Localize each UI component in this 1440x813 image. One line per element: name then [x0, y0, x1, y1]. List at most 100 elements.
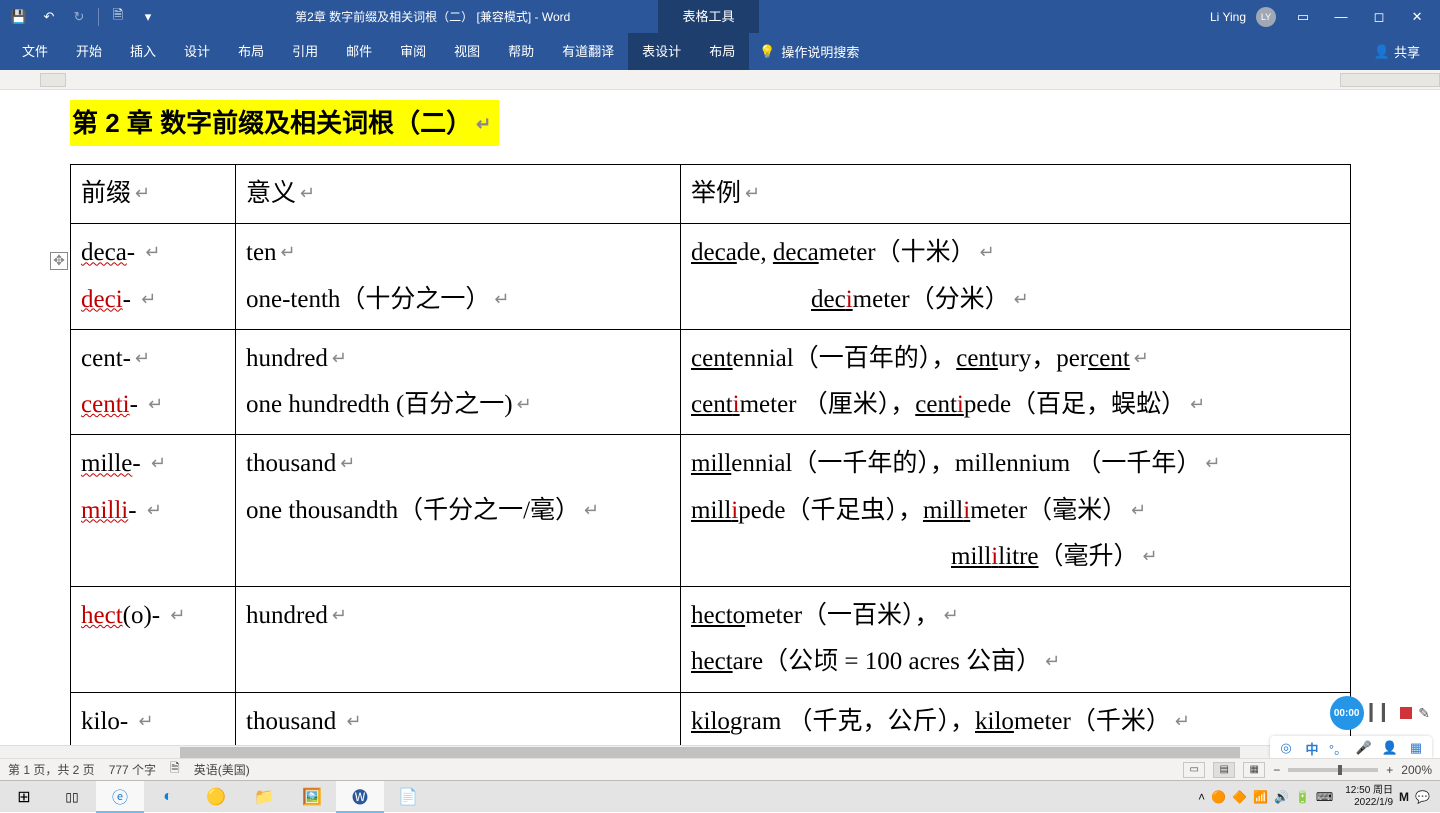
meaning-cell[interactable]: thousand: [236, 692, 681, 751]
example-cell[interactable]: centennial（一百年的），century，percentcentimet…: [681, 329, 1351, 435]
text-line[interactable]: mille-: [81, 450, 166, 477]
close-button[interactable]: ✕: [1400, 0, 1434, 33]
example-cell[interactable]: decade, decameter（十米）decimeter（分米）: [681, 224, 1351, 330]
user-name[interactable]: Li Ying: [1210, 10, 1246, 24]
zoom-out-button[interactable]: −: [1273, 763, 1280, 777]
web-layout-button[interactable]: ▦: [1243, 762, 1265, 778]
prefix-cell[interactable]: kilo-: [71, 692, 236, 751]
example-cell[interactable]: kilogram （千克，公斤），kilometer（千米）: [681, 692, 1351, 751]
tell-me[interactable]: 💡 操作说明搜索: [759, 42, 859, 61]
page-indicator[interactable]: 第 1 页，共 2 页: [8, 761, 95, 778]
start-button[interactable]: ⊞: [0, 781, 48, 813]
text-line[interactable]: thousand: [246, 450, 355, 477]
taskbar-app1-icon[interactable]: 🖼️: [288, 781, 336, 813]
taskbar-clock[interactable]: 12:50 周日 2022/1/9: [1339, 785, 1393, 808]
tray-app3-icon[interactable]: M: [1399, 790, 1409, 804]
minimize-button[interactable]: —: [1324, 0, 1358, 33]
tray-volume-icon[interactable]: 🔊: [1274, 790, 1289, 804]
chapter-heading[interactable]: 第 2 章 数字前缀及相关词根（二）: [70, 100, 499, 146]
recording-pen-icon[interactable]: ✎: [1418, 705, 1430, 722]
tray-app1-icon[interactable]: 🟠: [1211, 790, 1226, 804]
text-line[interactable]: decimeter（分米）: [691, 286, 1029, 313]
text-line[interactable]: kilo-: [81, 708, 154, 735]
table-header-cell[interactable]: 前缀: [71, 165, 236, 224]
tray-ime-icon[interactable]: ⌨: [1316, 790, 1333, 804]
ime-user-icon[interactable]: 👤: [1380, 738, 1400, 758]
proofing-icon[interactable]: 🗎: [170, 759, 180, 780]
ribbon-tab[interactable]: 设计: [170, 33, 224, 70]
text-line[interactable]: thousand: [246, 708, 362, 735]
ribbon-tab[interactable]: 邮件: [332, 33, 386, 70]
text-line[interactable]: hundred: [246, 602, 347, 629]
ime-lang[interactable]: 中: [1302, 738, 1322, 758]
ribbon-tab[interactable]: 有道翻译: [548, 33, 628, 70]
undo-icon[interactable]: ↶: [38, 6, 60, 28]
document-body[interactable]: 第 2 章 数字前缀及相关词根（二） ✥ 前缀意义举例 deca- deci- t…: [0, 90, 1420, 752]
tray-wifi-icon[interactable]: 📶: [1253, 790, 1268, 804]
table-header-cell[interactable]: 意义: [236, 165, 681, 224]
text-line[interactable]: cent-: [81, 345, 150, 372]
recording-stop-icon[interactable]: [1400, 707, 1412, 719]
text-line[interactable]: centennial（一百年的），century，percent: [691, 345, 1149, 372]
text-line[interactable]: deci-: [81, 286, 156, 313]
ruler-right-marker[interactable]: [1340, 73, 1440, 87]
redo-icon[interactable]: ↻: [68, 6, 90, 28]
tray-notifications-icon[interactable]: 💬: [1415, 790, 1430, 804]
ribbon-tab[interactable]: 帮助: [494, 33, 548, 70]
meaning-cell[interactable]: hundred: [236, 587, 681, 693]
recording-pause-icon[interactable]: ▎▎: [1370, 703, 1395, 723]
taskbar-ie-icon[interactable]: ⓔ: [96, 781, 144, 813]
table-header-cell[interactable]: 举例: [681, 165, 1351, 224]
ime-mic-icon[interactable]: 🎤: [1354, 738, 1374, 758]
print-layout-button[interactable]: ▤: [1213, 762, 1235, 778]
text-line[interactable]: deca-: [81, 239, 160, 266]
prefix-cell[interactable]: cent-centi-: [71, 329, 236, 435]
text-line[interactable]: hundred: [246, 345, 347, 372]
taskbar-edge-icon[interactable]: ◐: [144, 781, 192, 813]
tray-chevron-icon[interactable]: ˄: [1198, 790, 1205, 804]
ime-logo-icon[interactable]: ◎: [1276, 738, 1296, 758]
share-button[interactable]: 👤 共享: [1374, 42, 1420, 61]
taskbar-chrome-icon[interactable]: 🟡: [192, 781, 240, 813]
text-line[interactable]: millipede（千足虫），millimeter（毫米）: [691, 497, 1146, 524]
recording-timer[interactable]: 00:00: [1330, 696, 1364, 730]
text-line[interactable]: millilitre（毫升）: [691, 543, 1158, 570]
ribbon-display-icon[interactable]: ▭: [1286, 0, 1320, 33]
text-line[interactable]: one thousandth（千分之一/毫）: [246, 497, 599, 524]
tray-app2-icon[interactable]: 🔶: [1232, 790, 1247, 804]
text-line[interactable]: hectare（公顷 = 100 acres 公亩）: [691, 648, 1060, 675]
text-line[interactable]: hectometer（一百米），: [691, 602, 959, 629]
ribbon-tab[interactable]: 布局: [224, 33, 278, 70]
ribbon-tab[interactable]: 表设计: [628, 33, 695, 70]
prefix-cell[interactable]: deca- deci-: [71, 224, 236, 330]
example-cell[interactable]: hectometer（一百米）， hectare（公顷 = 100 acres 公…: [681, 587, 1351, 693]
meaning-cell[interactable]: hundred one hundredth (百分之一): [236, 329, 681, 435]
tray-battery-icon[interactable]: 🔋: [1295, 790, 1310, 804]
ime-punct-icon[interactable]: °。: [1328, 738, 1348, 758]
prefix-cell[interactable]: hect(o)-: [71, 587, 236, 693]
read-mode-button[interactable]: ▭: [1183, 762, 1205, 778]
qat-dropdown-icon[interactable]: ▾: [137, 6, 159, 28]
text-line[interactable]: one-tenth（十分之一）: [246, 286, 510, 313]
text-line[interactable]: centi-: [81, 391, 163, 418]
text-line[interactable]: one hundredth (百分之一): [246, 391, 532, 418]
ime-bar[interactable]: ◎ 中 °。 🎤 👤 ▦: [1270, 736, 1432, 760]
zoom-level[interactable]: 200%: [1401, 763, 1432, 777]
maximize-button[interactable]: ◻: [1362, 0, 1396, 33]
ribbon-tab[interactable]: 插入: [116, 33, 170, 70]
table-move-handle[interactable]: ✥: [50, 252, 68, 270]
language-indicator[interactable]: 英语(美国): [194, 761, 250, 778]
ribbon-tab[interactable]: 布局: [695, 33, 749, 70]
word-count[interactable]: 777 个字: [109, 761, 156, 778]
meaning-cell[interactable]: tenone-tenth（十分之一）: [236, 224, 681, 330]
text-line[interactable]: hect(o)-: [81, 602, 185, 629]
zoom-slider[interactable]: [1288, 768, 1378, 772]
example-cell[interactable]: millennial（一千年的），millennium （一千年）millipe…: [681, 435, 1351, 587]
print-preview-icon[interactable]: 🗎: [107, 6, 129, 28]
meaning-cell[interactable]: thousand one thousandth（千分之一/毫）: [236, 435, 681, 587]
taskbar-word-icon[interactable]: 🅦: [336, 781, 384, 813]
ribbon-tab[interactable]: 文件: [8, 33, 62, 70]
text-line[interactable]: kilogram （千克，公斤），kilometer（千米）: [691, 708, 1190, 735]
taskview-button[interactable]: ▯▯: [48, 781, 96, 813]
prefix-cell[interactable]: mille- milli-: [71, 435, 236, 587]
